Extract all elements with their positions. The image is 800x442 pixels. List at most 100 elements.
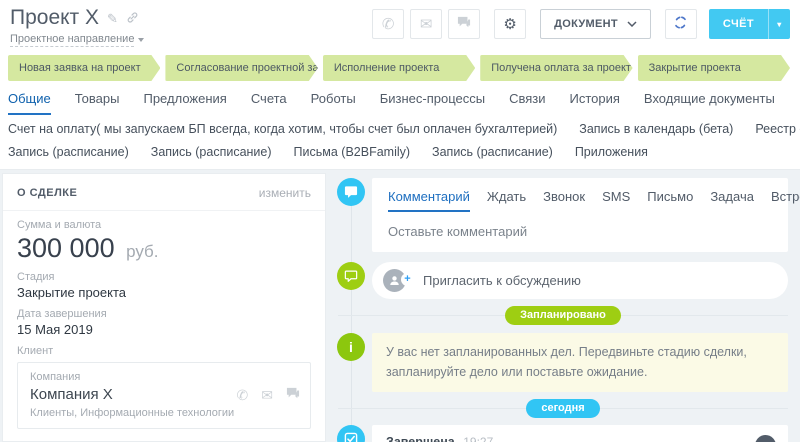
tab-products[interactable]: Товары [75,91,120,115]
deal-tabs: Общие Товары Предложения Счета Роботы Би… [0,81,800,169]
stage-label: Согласование проектной заявки [176,62,317,74]
chat-button[interactable] [448,9,480,39]
settings-button[interactable]: ⚙ [494,9,526,39]
automation-button[interactable] [665,9,697,39]
plus-icon: + [401,273,414,286]
add-person-icon: + [383,269,406,292]
tab-payment-registry[interactable]: Реестр оплат [755,122,800,136]
edit-icon[interactable]: ✎ [107,12,118,25]
stage-field-label: Стадия [17,271,311,283]
client-chat-icon[interactable] [286,387,300,404]
close-date-field: Дата завершения 15 Мая 2019 [3,300,325,337]
document-button[interactable]: ДОКУМЕНТ [540,9,651,39]
edit-deal-link[interactable]: изменить [259,186,311,200]
task-check-icon [337,425,365,442]
composer-tab-sms[interactable]: SMS [602,189,630,210]
comment-input[interactable]: Оставьте комментарий [388,224,772,239]
composer-tab-call[interactable]: Звонок [543,189,585,210]
tab-calendar-entry[interactable]: Запись в календарь (бета) [579,122,733,136]
composer-tab-meeting[interactable]: Встреча [771,189,800,210]
invite-row: + Пригласить к обсуждению [337,262,788,299]
tab-general[interactable]: Общие [8,91,51,115]
comment-bubble-icon [337,178,365,206]
today-badge: сегодня [526,399,599,418]
tabs-row-main: Общие Товары Предложения Счета Роботы Би… [8,91,792,115]
page-header: Проект X ✎ Проектное направление ✆ ✉ ⚙ Д… [0,0,800,48]
link-icon[interactable] [126,11,139,26]
deal-direction[interactable]: Проектное направление [10,33,144,47]
client-mail-icon[interactable]: ✉ [261,387,273,404]
refresh-brackets-icon [673,15,688,34]
client-field: Клиент [3,337,325,357]
gear-icon: ⚙ [503,15,516,33]
tab-history[interactable]: История [570,91,620,115]
stage-payment-received[interactable]: Получена оплата за проект [480,55,632,81]
tab-schedule-entry-1[interactable]: Запись (расписание) [8,145,129,159]
tabs-row-tertiary: Запись (расписание) Запись (расписание) … [8,145,792,169]
start-date-label: Дата начала [3,429,325,442]
stage-execution[interactable]: Исполнение проекта [323,55,475,81]
client-label: Клиент [17,345,311,357]
document-button-label: ДОКУМЕНТ [554,18,618,30]
chevron-down-icon [627,21,637,27]
task-entry-card: Завершена 19:27 Сформировать бэклог и вы… [372,425,788,442]
composer-tab-comment[interactable]: Комментарий [388,189,470,212]
composer-card: Комментарий Ждать Звонок SMS Письмо Зада… [372,178,788,252]
phone-icon: ✆ [382,15,395,33]
composer-tabs: Комментарий Ждать Звонок SMS Письмо Зада… [388,189,772,212]
tabs-row-secondary: Счет на оплату( мы запускаем БП всегда, … [8,122,792,136]
tab-incoming-documents[interactable]: Входящие документы [644,91,775,115]
tab-schedule-entry-2[interactable]: Запись (расписание) [151,145,272,159]
tab-invoices[interactable]: Счета [251,91,287,115]
task-status: Завершена [386,435,455,442]
info-icon: i [337,333,365,361]
deal-info-panel: О СДЕЛКЕ изменить Сумма и валюта 300 000… [2,173,326,442]
stage-new-request[interactable]: Новая заявка на проект [8,55,160,81]
invoice-dropdown-toggle[interactable]: ▾ [768,9,790,39]
stage-closing[interactable]: Закрытие проекта [638,55,790,81]
company-type-label: Компания [30,371,298,383]
client-card: Компания Компания X Клиенты, Информацион… [17,362,311,429]
tab-business-processes[interactable]: Бизнес-процессы [380,91,485,115]
stage-label: Новая заявка на проект [19,62,141,74]
currency-label: руб. [126,242,158,261]
stage-approval[interactable]: Согласование проектной заявки [165,55,317,81]
close-date-value: 15 Мая 2019 [17,322,311,337]
client-phone-icon[interactable]: ✆ [237,387,249,404]
call-button[interactable]: ✆ [372,9,404,39]
discussion-bubble-icon [337,262,365,290]
tab-quotes[interactable]: Предложения [143,91,226,115]
pipeline-stage-bar: Новая заявка на проект Согласование прое… [0,48,800,81]
composer-row: Комментарий Ждать Звонок SMS Письмо Зада… [337,178,788,252]
tab-applications[interactable]: Приложения [575,145,648,159]
invoice-split-button[interactable]: СЧЁТ ▾ [709,9,790,39]
invite-label: Пригласить к обсуждению [423,273,581,288]
stage-label: Закрытие проекта [649,62,741,74]
email-button[interactable]: ✉ [410,9,442,39]
company-description: Клиенты, Информационные технологии [30,407,298,419]
timeline-panel: Комментарий Ждать Звонок SMS Письмо Зада… [326,170,800,442]
mail-icon: ✉ [420,15,433,33]
invoice-button-label[interactable]: СЧЁТ [709,9,768,39]
title-block: Проект X ✎ Проектное направление [10,6,144,47]
invite-to-discussion[interactable]: + Пригласить к обсуждению [372,262,788,299]
planned-section-divider: Запланировано [326,305,800,325]
composer-tab-email[interactable]: Письмо [647,189,693,210]
header-actions: ✆ ✉ ⚙ ДОКУМЕНТ СЧЁТ ▾ [372,9,790,39]
tab-schedule-entry-3[interactable]: Запись (расписание) [432,145,553,159]
composer-tab-task[interactable]: Задача [710,189,754,210]
deal-direction-label: Проектное направление [10,33,134,47]
info-row: i У вас нет запланированных дел. Передви… [337,333,788,392]
tab-invoice-bp[interactable]: Счет на оплату( мы запускаем БП всегда, … [8,122,557,136]
amount-value: 300 000 [17,233,115,263]
task-time: 19:27 [463,435,493,442]
stage-field-value: Закрытие проекта [17,285,311,300]
planned-badge: Запланировано [505,306,621,325]
composer-tab-wait[interactable]: Ждать [487,189,526,210]
tab-b2bfamily-letters[interactable]: Письма (B2BFamily) [294,145,411,159]
tab-robots[interactable]: Роботы [311,91,356,115]
tab-links[interactable]: Связи [509,91,545,115]
today-section-divider: сегодня [326,398,800,418]
amount-label: Сумма и валюта [17,219,311,231]
content-area: О СДЕЛКЕ изменить Сумма и валюта 300 000… [0,169,800,442]
